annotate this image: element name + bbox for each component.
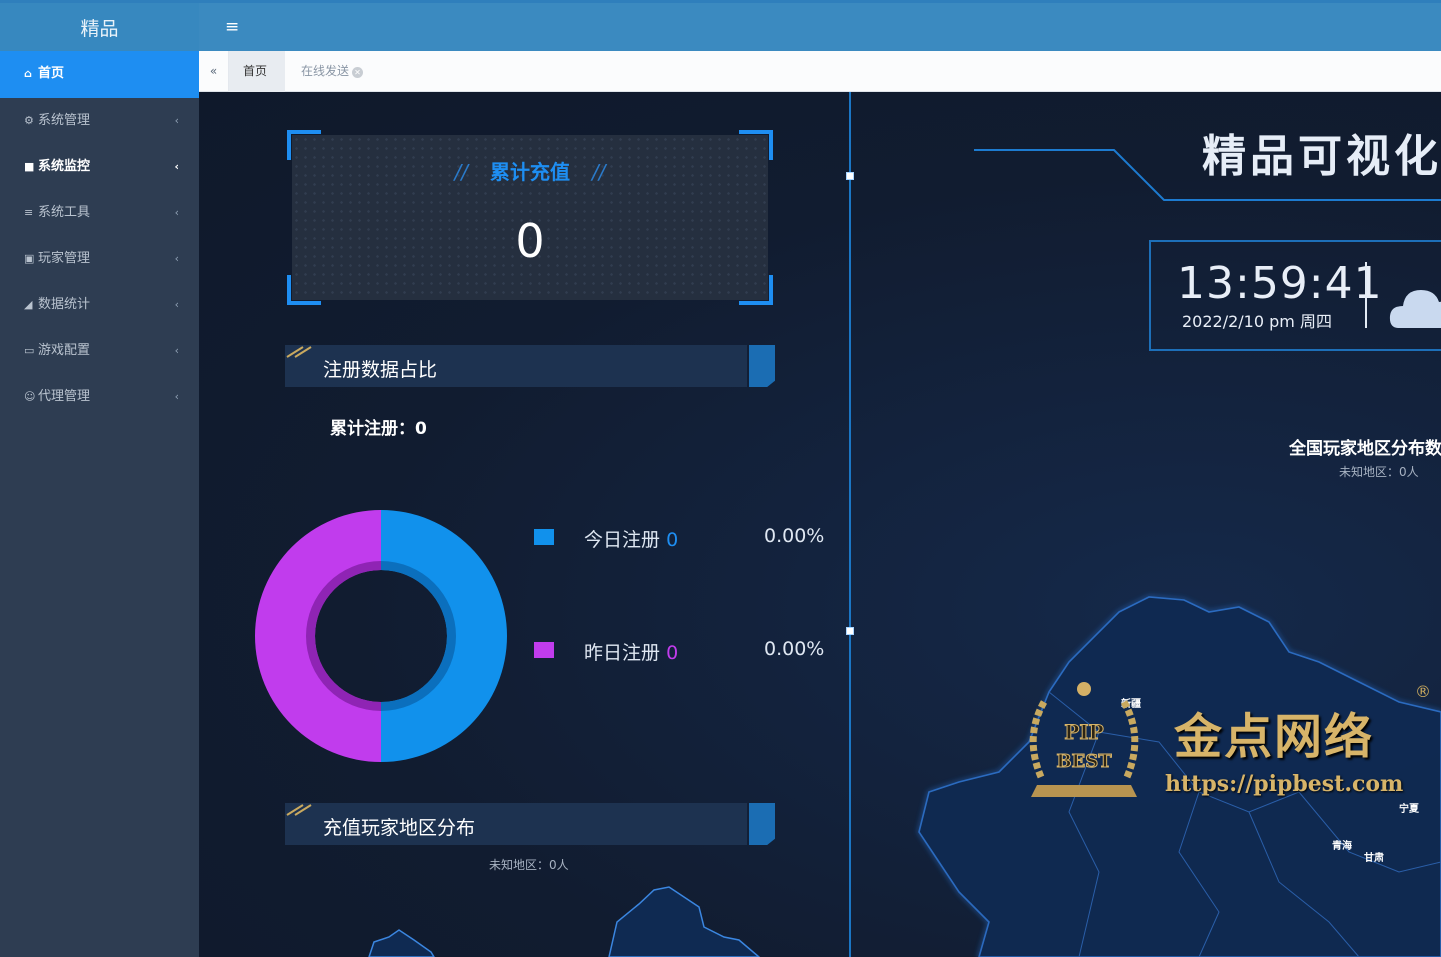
sidebar-item-system-tools[interactable]: ≡ 系统工具 ‹ — [0, 190, 199, 236]
sidebar-item-label: 系统监控 — [38, 159, 91, 174]
clock-time: 13:59:41 — [1177, 258, 1383, 309]
section-title: 充值玩家地区分布 — [323, 817, 476, 839]
sidebar-item-game-config[interactable]: ▭ 游戏配置 ‹ — [0, 328, 199, 374]
sidebar-item-data-statistics[interactable]: ◢ 数据统计 ‹ — [0, 282, 199, 328]
divider-line — [849, 92, 851, 957]
tab-home[interactable]: 首页 — [229, 51, 285, 92]
recharge-unknown-region: 未知地区：0人 — [489, 858, 569, 872]
donut-slice-1[interactable] — [255, 510, 381, 762]
corner-bracket — [739, 275, 773, 305]
legend-name: 昨日注册 — [584, 642, 661, 664]
chevron-left-icon: ‹ — [174, 390, 179, 403]
section-title: 注册数据占比 — [323, 359, 438, 381]
menu-toggle-icon[interactable]: ≡ — [225, 17, 239, 37]
chevron-left-icon: ‹ — [174, 114, 179, 127]
decor-slashes: // — [592, 160, 606, 184]
brand-logo[interactable]: 精品 — [0, 0, 199, 51]
sidebar-item-label: 首页 — [38, 66, 65, 81]
stripes-decor-icon — [286, 346, 312, 358]
chevron-left-icon: ‹ — [174, 160, 179, 173]
tab-online-send[interactable]: 在线发送 ✕ — [287, 51, 377, 92]
legend-name: 今日注册 — [584, 529, 661, 551]
legend-label: 今日注册 0 — [584, 525, 678, 552]
gear-icon: ⚙ — [24, 114, 34, 127]
clock-separator — [1365, 262, 1367, 328]
sidebar-menu: ⌂ 首页 ⚙ 系统管理 ‹ ■ 系统监控 ‹ ≡ 系统工具 ‹ ▣ 玩家管理 ‹ ◢ 数据统… — [0, 51, 199, 420]
card-title-text: 累计充值 — [490, 160, 570, 184]
chevron-left-icon: ‹ — [174, 344, 179, 357]
sidebar-item-label: 代理管理 — [38, 389, 91, 404]
total-recharge-card: // 累计充值 // 0 — [287, 130, 773, 305]
donut-slice-0[interactable] — [381, 510, 507, 762]
sidebar-item-label: 游戏配置 — [38, 343, 91, 358]
video-icon: ■ — [24, 160, 35, 173]
tab-close-icon[interactable]: ✕ — [352, 67, 364, 78]
chevron-left-icon: ‹ — [174, 252, 179, 265]
watermark-cn-text: 金点网络 — [1174, 709, 1375, 765]
clock-panel: 13:59:41 2022/2/10 pm 周四 — [1149, 240, 1441, 351]
map-unknown-region: 未知地区：0人 — [1339, 465, 1419, 479]
area-chart-icon: ◢ — [24, 298, 33, 311]
home-icon: ⌂ — [24, 67, 32, 80]
map-label-gansu: 甘肃 — [1364, 853, 1384, 864]
today-swatch — [534, 529, 554, 545]
legend-yesterday[interactable]: 昨日注册 0 0.00% — [534, 636, 834, 666]
decor-slashes: // — [454, 160, 468, 184]
sidebar-item-agent-management[interactable]: ☺ 代理管理 ‹ — [0, 374, 199, 420]
map-section-title: 全国玩家地区分布数 — [1289, 439, 1441, 459]
yesterday-swatch — [534, 642, 554, 658]
stripes-decor-icon — [286, 804, 312, 816]
tab-label: 在线发送 — [301, 64, 350, 78]
sidebar-item-system-management[interactable]: ⚙ 系统管理 ‹ — [0, 98, 199, 144]
legend-today[interactable]: 今日注册 0 0.00% — [534, 523, 834, 553]
recharge-region-section-header: 充值玩家地区分布 — [285, 803, 775, 845]
legend-count: 0 — [666, 642, 679, 664]
clock-date: 2022/2/10 pm 周四 — [1182, 312, 1332, 331]
register-section-header: 注册数据占比 — [285, 345, 775, 387]
legend-percent: 0.00% — [764, 525, 825, 547]
sidebar: 精品 ⌂ 首页 ⚙ 系统管理 ‹ ■ 系统监控 ‹ ≡ 系统工具 ‹ ▣ 玩家管理 ‹ — [0, 0, 199, 957]
map-label-qinghai: 青海 — [1332, 841, 1352, 852]
legend-count: 0 — [666, 529, 679, 551]
divider-dot — [846, 627, 854, 635]
chevron-left-icon: ‹ — [174, 206, 179, 219]
chevron-left-icon: ‹ — [174, 298, 179, 311]
users-icon: ☺ — [24, 390, 36, 403]
legend-percent: 0.00% — [764, 638, 825, 660]
page-title: 精品可视化 — [1202, 131, 1441, 182]
watermark-url-text: https://pipbest.com — [1165, 771, 1404, 797]
app-root: 精品 ⌂ 首页 ⚙ 系统管理 ‹ ■ 系统监控 ‹ ≡ 系统工具 ‹ ▣ 玩家管理 ‹ — [0, 0, 1441, 957]
register-donut-chart — [255, 510, 507, 762]
legend-label: 昨日注册 0 — [584, 638, 678, 665]
bars-icon: ≡ — [24, 206, 34, 219]
section-tail — [749, 345, 775, 387]
sidebar-item-label: 数据统计 — [38, 297, 91, 312]
top-header: ≡ — [199, 0, 1441, 51]
sidebar-item-label: 系统管理 — [38, 113, 91, 128]
section-tail — [749, 803, 775, 845]
total-recharge-value: 0 — [515, 214, 545, 268]
corner-bracket — [287, 275, 321, 305]
divider-dot — [846, 172, 854, 180]
card-title: // 累计充值 // — [287, 156, 773, 185]
sidebar-item-player-management[interactable]: ▣ 玩家管理 ‹ — [0, 236, 199, 282]
tabs-bar: « 首页 在线发送 ✕ — [199, 51, 1441, 92]
dashboard: // 累计充值 // 0 注册数据占比 累计注册：0 今日注册 0 0.00% 昨日… — [199, 92, 1441, 957]
seal-top-text: PIP — [1064, 720, 1103, 744]
laurel-seal-logo: PIP BEST — [1029, 682, 1139, 797]
seal-bottom-text: BEST — [1056, 751, 1112, 772]
sidebar-item-label: 系统工具 — [38, 205, 91, 220]
sidebar-item-home[interactable]: ⌂ 首页 — [0, 51, 199, 98]
tab-scroll-left-icon[interactable]: « — [199, 51, 229, 92]
cloud-weather-icon — [1389, 290, 1441, 328]
watermark: PIP BEST 金点网络 https://pipbest.com ® — [1019, 677, 1441, 817]
monitor-icon: ▭ — [24, 344, 35, 357]
sidebar-item-label: 玩家管理 — [38, 251, 91, 266]
registered-mark: ® — [1415, 682, 1431, 701]
total-register-label: 累计注册：0 — [330, 419, 427, 439]
user-card-icon: ▣ — [24, 252, 35, 265]
sidebar-item-system-monitor[interactable]: ■ 系统监控 ‹ — [0, 144, 199, 190]
